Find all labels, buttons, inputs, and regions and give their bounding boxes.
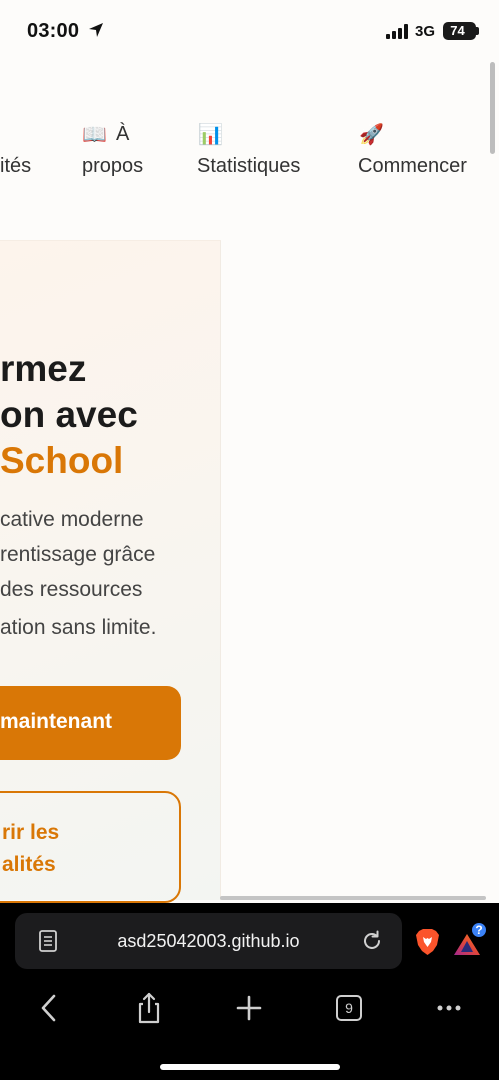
hero-title-line1: rmez <box>0 348 87 389</box>
nav-item-start-label: Commencer <box>358 155 467 177</box>
nav-item-features[interactable]: ités <box>0 155 31 178</box>
more-icon[interactable] <box>431 990 467 1026</box>
hero-title-accent: School <box>0 440 124 481</box>
nav-item-about-line1: À <box>116 123 130 145</box>
reload-icon[interactable] <box>361 930 383 952</box>
plus-icon[interactable] <box>231 990 267 1026</box>
nav-item-about-label: propos <box>82 155 144 177</box>
status-time: 03:00 <box>27 20 80 42</box>
horizontal-scrollbar[interactable] <box>220 896 486 900</box>
location-arrow-icon <box>89 23 103 37</box>
hero-desc-line: ation sans limite. <box>0 616 157 639</box>
tab-count: 9 <box>336 995 362 1021</box>
brave-rewards-button[interactable]: ? <box>454 921 488 957</box>
rewards-badge: ? <box>470 921 488 939</box>
chevron-left-icon[interactable] <box>32 990 68 1026</box>
hero-desc-line: cative moderne <box>0 508 144 531</box>
brave-lion-icon[interactable] <box>415 928 440 956</box>
home-indicator[interactable] <box>160 1064 340 1070</box>
discover-features-label-line1: rir les <box>2 821 60 844</box>
discover-features-label-line2: alités <box>2 853 56 876</box>
url-text: asd25042003.github.io <box>117 931 300 951</box>
start-now-button[interactable]: maintenant <box>0 686 181 760</box>
share-icon[interactable] <box>131 990 167 1026</box>
start-now-label: maintenant <box>0 710 113 733</box>
nav-item-statistics-label: Statistiques <box>197 155 301 177</box>
chart-icon: 📊 <box>198 124 223 146</box>
book-icon: 📖 <box>82 124 107 146</box>
status-bar: 03:00 3G 74 <box>0 0 499 62</box>
network-type: 3G <box>415 23 436 40</box>
tabs-button[interactable]: 9 <box>331 990 367 1026</box>
address-bar[interactable]: asd25042003.github.io <box>15 913 402 969</box>
hero-desc-line: des ressources <box>0 578 143 601</box>
discover-features-button[interactable]: rir les alités <box>0 791 181 903</box>
hero-desc-line: rentissage grâce <box>0 543 156 566</box>
battery-icon: 74 <box>443 22 476 40</box>
battery-level: 74 <box>450 23 465 38</box>
vertical-scrollbar[interactable] <box>490 62 495 154</box>
cellular-signal-icon <box>386 24 408 39</box>
hero-title-line2: on avec <box>0 394 138 435</box>
battery-cap <box>476 27 479 35</box>
rocket-icon: 🚀 <box>359 124 384 146</box>
